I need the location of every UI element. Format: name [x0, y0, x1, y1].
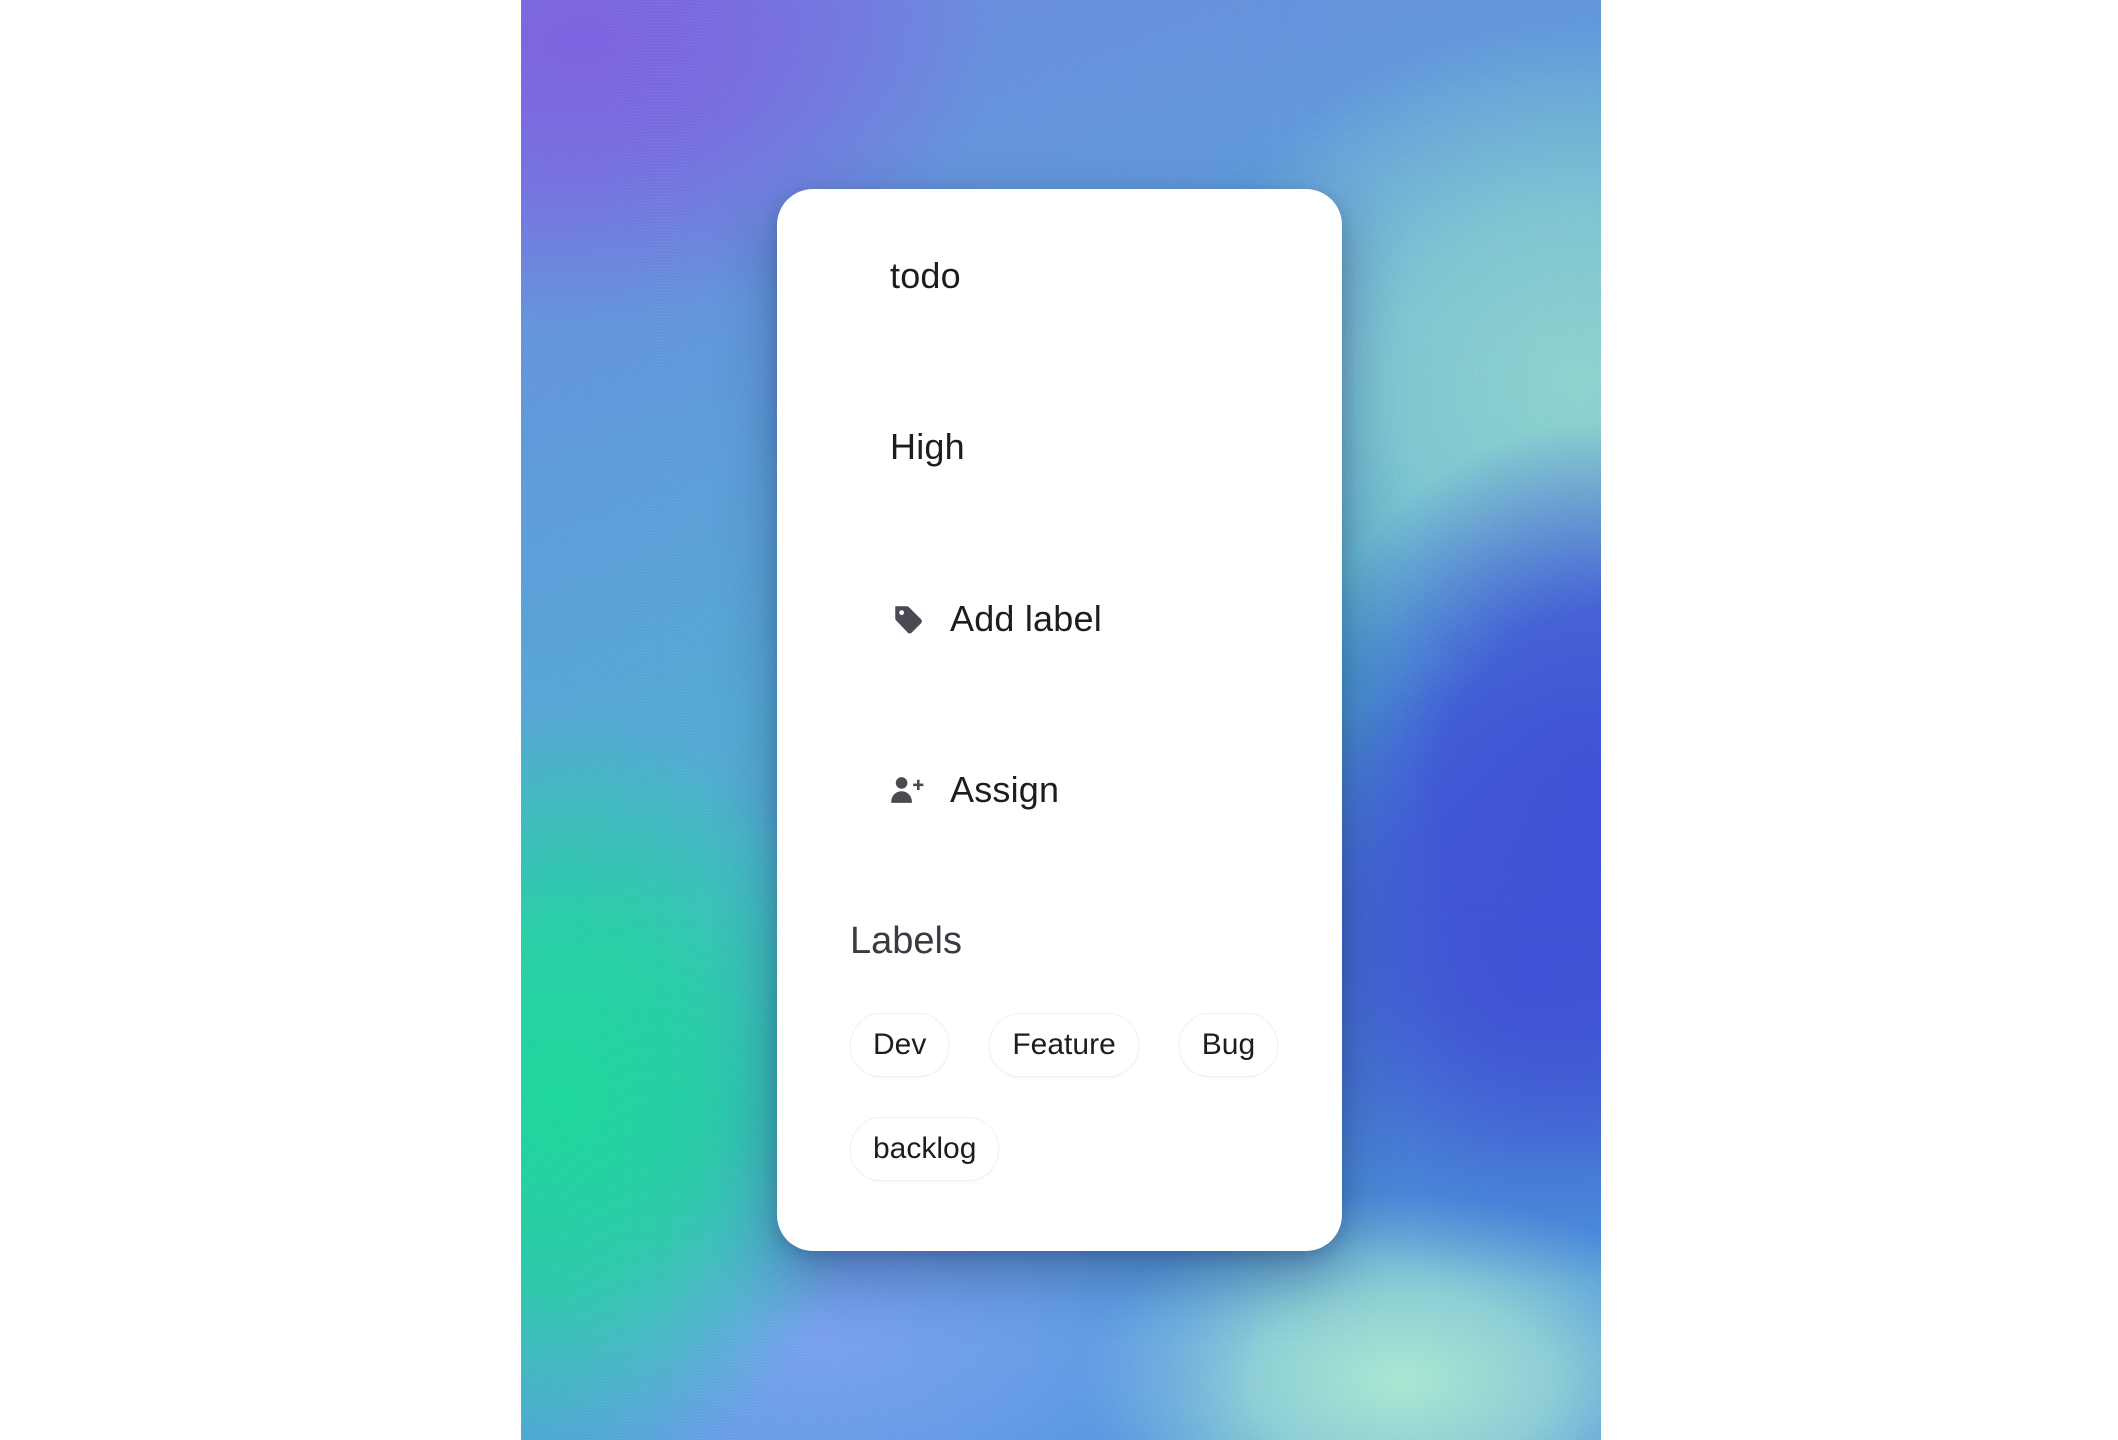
labels-section-title: Labels — [850, 920, 962, 962]
status-label: todo — [890, 255, 961, 296]
task-properties-card: todo High Add label Assign Labels Dev Fe… — [777, 189, 1342, 1251]
add-label-text: Add label — [950, 598, 1102, 639]
label-chips: Dev Feature Bug backlog — [850, 1013, 1290, 1181]
label-chip-feature[interactable]: Feature — [989, 1013, 1139, 1077]
tag-icon — [890, 601, 926, 637]
add-label-button[interactable]: Add label — [890, 598, 1102, 640]
label-chip-backlog[interactable]: backlog — [850, 1117, 1000, 1181]
status-option[interactable]: todo — [890, 255, 961, 297]
priority-option[interactable]: High — [890, 426, 965, 468]
assign-button[interactable]: Assign — [890, 769, 1059, 811]
label-chip-bug[interactable]: Bug — [1178, 1013, 1279, 1077]
assign-text: Assign — [950, 769, 1060, 810]
user-plus-icon — [890, 772, 926, 808]
priority-label: High — [890, 426, 965, 467]
label-chip-dev[interactable]: Dev — [850, 1013, 950, 1077]
